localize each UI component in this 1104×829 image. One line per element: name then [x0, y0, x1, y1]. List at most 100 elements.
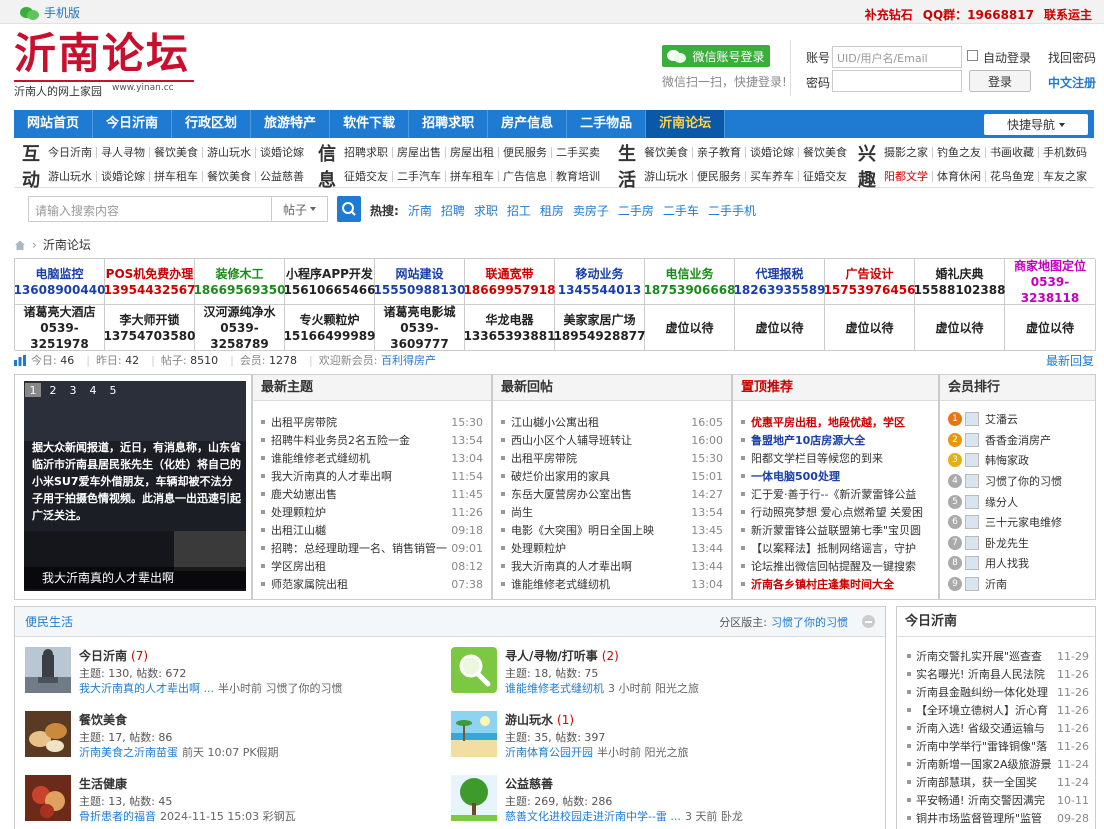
- slideshow[interactable]: 据大众新闻报道，近日，有消息称，山东省临沂市沂南县居民张先生（化姓）将自己的小米…: [14, 374, 252, 600]
- account-input[interactable]: UID/用户名/Email: [832, 46, 962, 68]
- statue-icon[interactable]: [25, 647, 71, 693]
- collapse-icon[interactable]: [862, 615, 875, 628]
- nav-travel[interactable]: 旅游特产: [251, 110, 331, 138]
- subnav-link[interactable]: 书画收藏: [986, 146, 1039, 158]
- moderator-link[interactable]: 习惯了你的习惯: [771, 614, 848, 630]
- rank-item[interactable]: 9 沂南: [948, 574, 1087, 595]
- avatar[interactable]: [965, 432, 979, 447]
- ad-cell[interactable]: 电信业务 18753906668: [644, 259, 735, 305]
- subnav-link[interactable]: 餐饮美食: [640, 146, 693, 158]
- list-item[interactable]: 我大沂南真的人才辈出啊 11:54: [261, 467, 483, 485]
- ad-cell[interactable]: 虚位以待: [1005, 305, 1096, 351]
- auto-login-checkbox[interactable]: [967, 50, 978, 61]
- nav-home[interactable]: 网站首页: [14, 110, 94, 138]
- subnav-link[interactable]: 亲子教育: [693, 146, 746, 158]
- ad-cell[interactable]: 专火颗粒炉 15166499989: [284, 305, 375, 351]
- ad-cell[interactable]: 李大师开锁 13754703580: [104, 305, 195, 351]
- list-item[interactable]: 江山樾小公寓出租 16:05: [501, 413, 723, 431]
- forum-board-name[interactable]: 寻人/寻物/打听事 (2): [505, 647, 619, 664]
- forum-board-name[interactable]: 今日沂南 (7): [79, 647, 148, 664]
- subnav-link[interactable]: 拼车租车: [446, 170, 499, 182]
- subnav-link[interactable]: 体育休闲: [933, 170, 986, 182]
- ad-cell[interactable]: 虚位以待: [735, 305, 825, 351]
- password-input[interactable]: [832, 70, 962, 92]
- list-item[interactable]: 阳都文学栏目等候您的到来: [741, 449, 930, 467]
- forum-board-last-post[interactable]: 沂南美食之沂南苗蛋 前天 10:07 PK假期: [79, 744, 279, 760]
- forum-board-last-post[interactable]: 我大沂南真的人才辈出啊 ... 半小时前 习惯了你的习惯: [79, 680, 343, 696]
- list-item[interactable]: 东岳大厦营房办公室出售 14:27: [501, 485, 723, 503]
- nav-forum[interactable]: 沂南论坛: [646, 110, 726, 138]
- ad-cell[interactable]: 联通宽带 18669957918: [464, 259, 555, 305]
- top-link-qq[interactable]: QQ群：19668817: [923, 6, 1034, 23]
- slide-dot[interactable]: 1: [25, 383, 41, 397]
- nav-secondhand[interactable]: 二手物品: [567, 110, 647, 138]
- subnav-link[interactable]: 房屋出售: [393, 146, 446, 158]
- login-button[interactable]: 登录: [969, 70, 1031, 92]
- list-item[interactable]: 谁能维修老式缝纫机 13:04: [501, 575, 723, 593]
- nav-software[interactable]: 软件下载: [330, 110, 410, 138]
- list-item[interactable]: 实名曝光! 沂南县人民法院 11-26: [897, 665, 1095, 683]
- list-item[interactable]: 沂南新增一国家2A级旅游景 11-24: [897, 755, 1095, 773]
- latest-reply-link[interactable]: 最新回复: [1046, 352, 1094, 369]
- ad-cell[interactable]: 诸葛亮电影城 0539-3609777: [375, 305, 465, 351]
- list-item[interactable]: 铜井市场监督管理所"监管 09-28: [897, 809, 1095, 827]
- list-item[interactable]: 尚生 13:54: [501, 503, 723, 521]
- ad-cell[interactable]: 虚位以待: [825, 305, 915, 351]
- avatar[interactable]: [965, 453, 979, 468]
- hot-word[interactable]: 二手手机: [708, 202, 756, 219]
- slide-dot[interactable]: 2: [45, 383, 61, 397]
- avatar[interactable]: [965, 515, 979, 530]
- forum-section-title[interactable]: 便民生活: [25, 613, 73, 630]
- search-type-select[interactable]: 帖子: [272, 196, 328, 222]
- subnav-link[interactable]: 公益慈善: [256, 171, 308, 182]
- ad-cell[interactable]: 移动业务 1345544013: [555, 259, 645, 305]
- list-item[interactable]: 优惠平房出租，地段优越，学区: [741, 413, 930, 431]
- subnav-link[interactable]: 餐饮美食: [203, 170, 256, 182]
- ad-cell[interactable]: POS机免费办理 13954432567: [104, 259, 195, 305]
- subnav-link[interactable]: 谈婚论嫁: [256, 147, 308, 158]
- hot-word[interactable]: 求职: [474, 202, 498, 219]
- subnav-link[interactable]: 今日沂南: [44, 146, 97, 158]
- rank-item[interactable]: 8 用人找我: [948, 553, 1087, 574]
- list-item[interactable]: 学区房出租 08:12: [261, 557, 483, 575]
- ad-cell[interactable]: 华龙电器 13365393881: [464, 305, 555, 351]
- subnav-link[interactable]: 花鸟鱼宠: [986, 170, 1039, 182]
- list-item[interactable]: 招聘牛料业务员2名五险一金 13:54: [261, 431, 483, 449]
- list-item[interactable]: 破烂价出家用的家具 15:01: [501, 467, 723, 485]
- hot-word[interactable]: 招聘: [441, 202, 465, 219]
- forgot-password-link[interactable]: 找回密码: [1048, 49, 1096, 66]
- subnav-link[interactable]: 拼车租车: [150, 170, 203, 182]
- avatar[interactable]: [965, 535, 979, 550]
- subnav-link[interactable]: 教育培训: [552, 171, 604, 182]
- avatar[interactable]: [965, 494, 979, 509]
- hot-word[interactable]: 招工: [507, 202, 531, 219]
- list-item[interactable]: 一体电脑500处理: [741, 467, 930, 485]
- forum-board-last-post[interactable]: 慈善文化进校园走进沂南中学--雷 ... 3 天前 卧龙: [505, 808, 743, 824]
- health-icon[interactable]: [25, 775, 71, 821]
- subnav-link[interactable]: 餐饮美食: [150, 146, 203, 158]
- avatar[interactable]: [965, 577, 979, 592]
- subnav-link[interactable]: 征婚交友: [799, 171, 851, 182]
- list-item[interactable]: 西山小区个人辅导班转让 16:00: [501, 431, 723, 449]
- beach-icon[interactable]: [451, 711, 497, 757]
- tree-icon[interactable]: [451, 775, 497, 821]
- ad-cell[interactable]: 汉河源纯净水 0539-3258789: [195, 305, 285, 351]
- hot-word[interactable]: 沂南: [408, 202, 432, 219]
- ad-cell[interactable]: 代理报税 18263935589: [734, 259, 825, 305]
- ad-cell[interactable]: 虚位以待: [915, 305, 1005, 351]
- subnav-link[interactable]: 二手买卖: [552, 147, 604, 158]
- list-item[interactable]: 招聘：总经理助理一名、销售销管一 09:01: [261, 539, 483, 557]
- site-logo[interactable]: 沂南论坛 沂南人的网上家园 www.yinan.cc: [14, 30, 194, 98]
- hot-word[interactable]: 二手房: [618, 202, 654, 219]
- subnav-link[interactable]: 谈婚论嫁: [746, 146, 799, 158]
- subnav-link[interactable]: 谈婚论嫁: [97, 170, 150, 182]
- list-item[interactable]: 出租江山樾 09:18: [261, 521, 483, 539]
- search-input[interactable]: 请输入搜索内容: [28, 196, 272, 222]
- list-item[interactable]: 处理颗粒炉 13:44: [501, 539, 723, 557]
- forum-board-name[interactable]: 餐饮美食: [79, 711, 127, 728]
- ad-cell[interactable]: 电脑监控 13608900440: [14, 259, 105, 305]
- subnav-link[interactable]: 手机数码: [1039, 147, 1091, 158]
- rank-item[interactable]: 4 习惯了你的习惯: [948, 471, 1087, 492]
- ad-cell[interactable]: 婚礼庆典 15588102388: [914, 259, 1005, 305]
- slide-dot[interactable]: 5: [105, 383, 121, 397]
